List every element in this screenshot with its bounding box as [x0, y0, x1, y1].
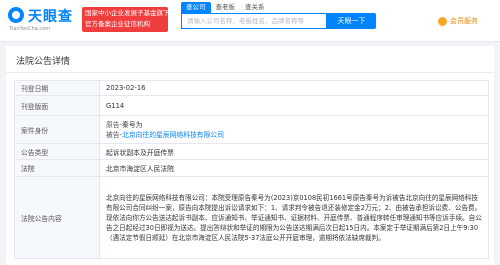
- tab-search-company[interactable]: 查公司: [181, 2, 211, 13]
- credit-agency-banner[interactable]: 国家中小企业发展子基金旗下 官方备案企业征信机构: [82, 7, 168, 32]
- title-divider: [6, 72, 494, 73]
- page-title: 法院公告详情: [16, 57, 71, 67]
- banner-line-2: 官方备案企业征信机构: [85, 20, 150, 28]
- table-row: 刊登版面 G114: [14, 95, 489, 116]
- tab-search-relation[interactable]: 查关系: [240, 2, 270, 13]
- defendant-role: 被告-: [106, 130, 123, 139]
- table-row: 刊登日期 2023-02-16: [14, 80, 489, 96]
- member-service-label: 会员服务: [450, 17, 478, 25]
- tab-search-boss[interactable]: 查老板: [211, 2, 241, 13]
- table-row: 法院公告内容 北京向往的星辰网络科技有限公司：本院受理原告秦号为(2023)京0…: [14, 176, 489, 259]
- tianyancha-logo[interactable]: 天眼查 TianYanCha.com: [8, 5, 78, 35]
- logo-subtext: TianYanCha.com: [9, 26, 51, 32]
- plaintiff-name: 秦号为: [122, 120, 143, 129]
- banner-line-1: 国家中小企业发展子基金旗下: [85, 9, 168, 17]
- publish-page-value: G114: [99, 95, 489, 116]
- plaintiff-role: 原告-: [106, 120, 123, 129]
- table-row: 公告类型 起诉状副本及开庭传票: [14, 143, 489, 160]
- search-tabs: 查公司 查老板 查关系: [181, 2, 270, 13]
- row-label-publish-date: 刊登日期: [14, 80, 100, 96]
- table-row: 法院 北京市海淀区人民法院: [14, 159, 489, 177]
- plaintiff-line: 原告-秦号为: [106, 120, 482, 130]
- notice-content-text: 北京向往的星辰网络科技有限公司：本院受理原告秦号为(2023)京0108民初16…: [106, 193, 482, 242]
- defendant-company-link[interactable]: 北京向往的星辰网络科技有限公司: [122, 131, 224, 139]
- top-header: 天眼查 TianYanCha.com 国家中小企业发展子基金旗下 官方备案企业征…: [0, 0, 500, 42]
- notice-type-value: 起诉状副本及开庭传票: [99, 143, 489, 160]
- table-row: 案件身份 原告-秦号为 被告-北京向往的星辰网络科技有限公司: [14, 115, 489, 144]
- logo-text: 天眼查: [28, 9, 73, 25]
- row-label-court: 法院: [14, 159, 100, 177]
- row-label-notice-content: 法院公告内容: [14, 176, 100, 259]
- eye-logo-icon: [8, 7, 24, 23]
- court-notice-panel: 法院公告详情 刊登日期 2023-02-16 刊登版面 G114 案件身份 原告…: [6, 46, 494, 265]
- row-label-case-role: 案件身份: [14, 115, 100, 144]
- court-value: 北京市海淀区人民法院: [99, 159, 489, 177]
- case-parties: 原告-秦号为 被告-北京向往的星辰网络科技有限公司: [99, 115, 489, 144]
- search-button[interactable]: 天眼一下: [327, 13, 376, 29]
- row-label-publish-page: 刊登版面: [14, 95, 100, 116]
- publish-date-value: 2023-02-16: [99, 80, 489, 96]
- row-label-notice-type: 公告类型: [14, 143, 100, 160]
- notice-content-cell: 北京向往的星辰网络科技有限公司：本院受理原告秦号为(2023)京0108民初16…: [99, 176, 489, 259]
- notice-detail-table: 刊登日期 2023-02-16 刊登版面 G114 案件身份 原告-秦号为 被告…: [14, 80, 489, 259]
- member-service-link[interactable]: 会员服务: [438, 16, 478, 28]
- member-crown-icon: [438, 16, 447, 26]
- search-box: [181, 13, 327, 29]
- search-input[interactable]: [182, 14, 326, 28]
- defendant-line: 被告-北京向往的星辰网络科技有限公司: [106, 130, 482, 140]
